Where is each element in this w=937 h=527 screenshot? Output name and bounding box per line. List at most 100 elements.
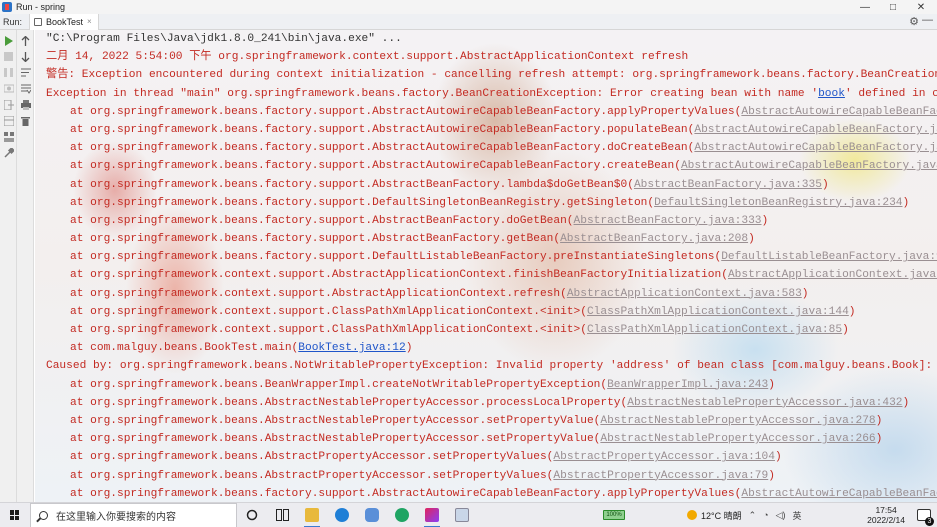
- source-link[interactable]: ClassPathXmlApplicationContext.java:144: [587, 306, 849, 318]
- console-line: at org.springframework.beans.factory.sup…: [46, 176, 937, 194]
- console-toolbar-left: [17, 30, 34, 502]
- console-line: at org.springframework.beans.AbstractNes…: [46, 430, 937, 448]
- console-line: at org.springframework.context.support.C…: [46, 303, 937, 321]
- battery-indicator[interactable]: 100%: [603, 510, 625, 520]
- stop-icon[interactable]: [2, 50, 15, 63]
- maximize-window-button[interactable]: □: [879, 0, 907, 14]
- console-text: 二月 14, 2022 5:54:00 下午 org.springframewo…: [46, 51, 689, 64]
- console-text: Caused by: org.springframework.beans.Not…: [46, 360, 937, 373]
- dump-threads-icon[interactable]: [2, 82, 15, 95]
- console-text: 警告: Exception encountered during context…: [46, 69, 937, 82]
- source-link[interactable]: AbstractBeanFactory.java:208: [560, 233, 748, 245]
- close-window-button[interactable]: ✕: [907, 0, 935, 14]
- print-icon[interactable]: [19, 98, 32, 111]
- console-line: Caused by: org.springframework.beans.Not…: [46, 357, 937, 375]
- hide-panel-icon[interactable]: —: [922, 14, 933, 26]
- weather-text[interactable]: 12°C 晴朗: [701, 509, 742, 522]
- scroll-to-end-icon[interactable]: [19, 82, 32, 95]
- minimize-window-button[interactable]: —: [851, 0, 879, 14]
- source-link[interactable]: AbstractApplicationContext.java:583: [567, 288, 802, 300]
- taskbar-search[interactable]: 在这里输入你要搜索的内容: [30, 502, 237, 527]
- console-text: at org.springframework.context.support.A…: [70, 269, 728, 282]
- source-link[interactable]: BeanWrapperImpl.java:243: [607, 379, 768, 391]
- console-line: at org.springframework.context.support.A…: [46, 285, 937, 303]
- run-config-icon: [34, 17, 42, 26]
- source-link[interactable]: AbstractApplicationContext.java:918: [728, 269, 937, 281]
- source-link[interactable]: AbstractAutowireCapableBeanFactory.java:…: [681, 160, 937, 172]
- source-link[interactable]: ClassPathXmlApplicationContext.java:85: [587, 324, 842, 336]
- rerun-icon[interactable]: [2, 34, 15, 47]
- console-line: at org.springframework.beans.AbstractNes…: [46, 394, 937, 412]
- search-placeholder: 在这里输入你要搜索的内容: [56, 511, 176, 523]
- source-link[interactable]: AbstractBeanFactory.java:333: [574, 215, 762, 227]
- ime-label[interactable]: 英: [793, 509, 802, 522]
- delete-icon[interactable]: [19, 114, 32, 127]
- source-link[interactable]: AbstractPropertyAccessor.java:79: [553, 470, 768, 482]
- source-link[interactable]: DefaultSingletonBeanRegistry.java:234: [654, 197, 902, 209]
- start-button[interactable]: [0, 503, 30, 527]
- clock[interactable]: 17:54 2022/2/14: [867, 505, 905, 525]
- tab-label: BookTest: [46, 16, 84, 27]
- layout-icon[interactable]: [2, 130, 15, 143]
- window-app-icon: [455, 508, 469, 522]
- restore-layout-icon[interactable]: [2, 114, 15, 127]
- window-title: Run - spring: [16, 2, 66, 12]
- sun-icon: [687, 510, 697, 520]
- tab-booktest[interactable]: BookTest ×: [29, 13, 99, 30]
- task-view-button[interactable]: [267, 503, 297, 527]
- source-link[interactable]: AbstractPropertyAccessor.java:104: [553, 451, 775, 463]
- source-link[interactable]: AbstractNestablePropertyAccessor.java:26…: [600, 433, 875, 445]
- console-line: 二月 14, 2022 5:54:00 下午 org.springframewo…: [46, 48, 937, 66]
- source-link[interactable]: AbstractBeanFactory.java:335: [634, 179, 822, 191]
- tray-overflow-icon[interactable]: ⌃: [749, 510, 757, 521]
- console-output[interactable]: "C:\Program Files\Java\jdk1.8.0_241\bin\…: [35, 30, 937, 502]
- file-explorer-button[interactable]: [297, 503, 327, 527]
- console-text: at org.springframework.beans.AbstractNes…: [70, 396, 628, 409]
- source-link[interactable]: AbstractAutowireCapableBeanFactory.ja: [741, 106, 937, 118]
- app-button-window[interactable]: [447, 503, 477, 527]
- source-link[interactable]: AbstractAutowireCapableBeanFactory.java:…: [694, 142, 937, 154]
- console-text: at org.springframework.beans.factory.sup…: [70, 105, 742, 118]
- network-icon[interactable]: ◔: [763, 510, 768, 520]
- source-link[interactable]: AbstractAutowireCapableBeanFactory.java:…: [694, 124, 937, 136]
- console-text: at org.springframework.beans.factory.sup…: [70, 487, 742, 500]
- console-text-tail: ): [875, 433, 883, 446]
- console-text-tail: ): [875, 414, 883, 427]
- console-text-tail: ): [842, 324, 849, 336]
- source-link[interactable]: AbstractNestablePropertyAccessor.java:43…: [627, 397, 902, 409]
- console-text-tail: ): [801, 287, 809, 300]
- app-button-flower[interactable]: [357, 503, 387, 527]
- pin-icon[interactable]: [2, 146, 15, 159]
- source-link[interactable]: book: [818, 88, 845, 100]
- console-text: at org.springframework.beans.factory.sup…: [70, 233, 561, 246]
- tab-close-icon[interactable]: ×: [87, 17, 92, 26]
- console-line: "C:\Program Files\Java\jdk1.8.0_241\bin\…: [46, 30, 937, 48]
- source-link[interactable]: DefaultListableBeanFactory.java:953: [721, 251, 937, 263]
- windows-logo-icon: [10, 510, 20, 520]
- app-button-green[interactable]: [387, 503, 417, 527]
- edge-button[interactable]: [327, 503, 357, 527]
- source-link[interactable]: AbstractAutowireCapableBeanFactory.java: [741, 488, 937, 500]
- down-arrow-icon[interactable]: [19, 50, 32, 63]
- soft-wrap-icon[interactable]: [19, 66, 32, 79]
- console-line: at org.springframework.context.support.A…: [46, 266, 937, 284]
- gear-icon[interactable]: ⚙: [909, 15, 919, 28]
- console-text: at org.springframework.beans.AbstractPro…: [70, 451, 554, 464]
- console-text: at org.springframework.beans.factory.sup…: [70, 196, 655, 209]
- intellij-button[interactable]: [417, 503, 447, 527]
- exit-icon[interactable]: [2, 98, 15, 111]
- folder-icon: [305, 508, 319, 522]
- pause-icon[interactable]: [2, 66, 15, 79]
- console-text-tail: ): [848, 305, 856, 318]
- console-text-tail: ): [768, 469, 775, 482]
- source-link[interactable]: BookTest.java:12: [298, 342, 405, 354]
- cortana-button[interactable]: [237, 503, 267, 527]
- console-text-tail: ): [748, 233, 755, 246]
- console-line: 警告: Exception encountered during context…: [46, 66, 937, 84]
- console-text-tail: ): [774, 451, 782, 464]
- intellij-app-icon: [2, 2, 12, 12]
- up-arrow-icon[interactable]: [19, 34, 32, 47]
- console-line: at org.springframework.beans.factory.sup…: [46, 103, 937, 121]
- source-link[interactable]: AbstractNestablePropertyAccessor.java:27…: [600, 415, 875, 427]
- volume-icon[interactable]: ◁): [776, 510, 786, 521]
